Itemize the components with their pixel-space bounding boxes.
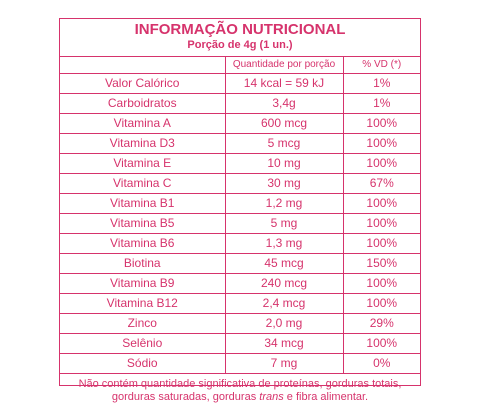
column-header-daily-value: % VD (*) bbox=[343, 57, 420, 74]
nutrient-name: Vitamina B5 bbox=[60, 213, 226, 234]
nutrient-name: Vitamina B6 bbox=[60, 233, 226, 254]
nutrient-name: Vitamina E bbox=[60, 153, 226, 174]
nutrient-row: Vitamina B1 1,2 mg 100% bbox=[60, 193, 420, 214]
nutrient-row: Vitamina B12 2,4 mcg 100% bbox=[60, 293, 420, 314]
nutrient-daily-value: 100% bbox=[343, 133, 420, 154]
nutrient-name: Selênio bbox=[60, 333, 226, 354]
nutrient-amount: 2,0 mg bbox=[225, 313, 344, 334]
nutrient-amount: 600 mcg bbox=[225, 113, 344, 134]
nutrient-row: Biotina 45 mcg 150% bbox=[60, 253, 420, 274]
nutrient-name: Vitamina B12 bbox=[60, 293, 226, 314]
nutrient-row: Vitamina B6 1,3 mg 100% bbox=[60, 233, 420, 254]
nutrient-daily-value: 100% bbox=[343, 273, 420, 294]
nutrient-name: Vitamina B1 bbox=[60, 193, 226, 214]
column-header-row: Quantidade por porção % VD (*) bbox=[60, 57, 420, 74]
nutrient-amount: 2,4 mcg bbox=[225, 293, 344, 314]
nutrient-daily-value: 1% bbox=[343, 73, 420, 94]
column-header-nutrient bbox=[60, 57, 226, 74]
nutrient-name: Vitamina A bbox=[60, 113, 226, 134]
footnote-line-1: Não contém quantidade significativa de p… bbox=[78, 378, 402, 390]
nutrient-daily-value: 100% bbox=[343, 193, 420, 214]
nutrient-row: Valor Calórico 14 kcal = 59 kJ 1% bbox=[60, 73, 420, 94]
nutrient-name: Vitamina D3 bbox=[60, 133, 226, 154]
nutrition-title: INFORMAÇÃO NUTRICIONAL bbox=[134, 21, 346, 38]
serving-size: Porção de 4g (1 un.) bbox=[187, 39, 293, 51]
nutrient-row: Vitamina E 10 mg 100% bbox=[60, 153, 420, 174]
nutrient-name: Vitamina B9 bbox=[60, 273, 226, 294]
nutrition-table: Quantidade por porção % VD (*) Valor Cal… bbox=[60, 57, 420, 374]
nutrient-amount: 1,3 mg bbox=[225, 233, 344, 254]
nutrient-name: Carboidratos bbox=[60, 93, 226, 114]
nutrient-row: Zinco 2,0 mg 29% bbox=[60, 313, 420, 334]
nutrient-amount: 10 mg bbox=[225, 153, 344, 174]
nutrient-daily-value: 100% bbox=[343, 233, 420, 254]
nutrient-daily-value: 150% bbox=[343, 253, 420, 274]
nutrient-daily-value: 29% bbox=[343, 313, 420, 334]
nutrient-row: Vitamina B5 5 mg 100% bbox=[60, 213, 420, 234]
nutrient-name: Sódio bbox=[60, 353, 226, 374]
nutrient-amount: 45 mcg bbox=[225, 253, 344, 274]
footnote-line-2-end: e fibra alimentar. bbox=[283, 391, 369, 403]
nutrient-amount: 3,4g bbox=[225, 93, 344, 114]
nutrient-amount: 7 mg bbox=[225, 353, 344, 374]
nutrient-row: Vitamina D3 5 mcg 100% bbox=[60, 133, 420, 154]
nutrient-daily-value: 67% bbox=[343, 173, 420, 194]
footnote-line-2: gorduras saturadas, gorduras trans e fib… bbox=[60, 391, 420, 404]
nutrition-header: INFORMAÇÃO NUTRICIONAL Porção de 4g (1 u… bbox=[60, 19, 420, 57]
nutrient-amount: 14 kcal = 59 kJ bbox=[225, 73, 344, 94]
nutrient-daily-value: 100% bbox=[343, 333, 420, 354]
nutrient-amount: 5 mg bbox=[225, 213, 344, 234]
nutrient-daily-value: 100% bbox=[343, 213, 420, 234]
nutrient-daily-value: 100% bbox=[343, 113, 420, 134]
nutrient-amount: 34 mcg bbox=[225, 333, 344, 354]
nutrient-name: Valor Calórico bbox=[60, 73, 226, 94]
nutrient-row: Vitamina C 30 mg 67% bbox=[60, 173, 420, 194]
nutrient-row: Vitamina A 600 mcg 100% bbox=[60, 113, 420, 134]
nutrient-name: Biotina bbox=[60, 253, 226, 274]
nutrient-daily-value: 100% bbox=[343, 293, 420, 314]
footnote-trans-word: trans bbox=[259, 391, 284, 403]
column-header-amount: Quantidade por porção bbox=[225, 57, 344, 74]
nutrient-daily-value: 100% bbox=[343, 153, 420, 174]
nutrient-row: Vitamina B9 240 mcg 100% bbox=[60, 273, 420, 294]
nutrient-daily-value: 1% bbox=[343, 93, 420, 114]
nutrient-row: Carboidratos 3,4g 1% bbox=[60, 93, 420, 114]
nutrient-amount: 5 mcg bbox=[225, 133, 344, 154]
nutrient-daily-value: 0% bbox=[343, 353, 420, 374]
nutrition-facts-panel: INFORMAÇÃO NUTRICIONAL Porção de 4g (1 u… bbox=[59, 18, 421, 403]
nutrient-amount: 240 mcg bbox=[225, 273, 344, 294]
nutrient-name: Zinco bbox=[60, 313, 226, 334]
nutrient-name: Vitamina C bbox=[60, 173, 226, 194]
nutrient-amount: 1,2 mg bbox=[225, 193, 344, 214]
nutrient-row: Sódio 7 mg 0% bbox=[60, 353, 420, 374]
footnote-line-2-start: gorduras saturadas, gorduras bbox=[111, 391, 260, 403]
nutrient-row: Selênio 34 mcg 100% bbox=[60, 333, 420, 354]
nutrient-amount: 30 mg bbox=[225, 173, 344, 194]
